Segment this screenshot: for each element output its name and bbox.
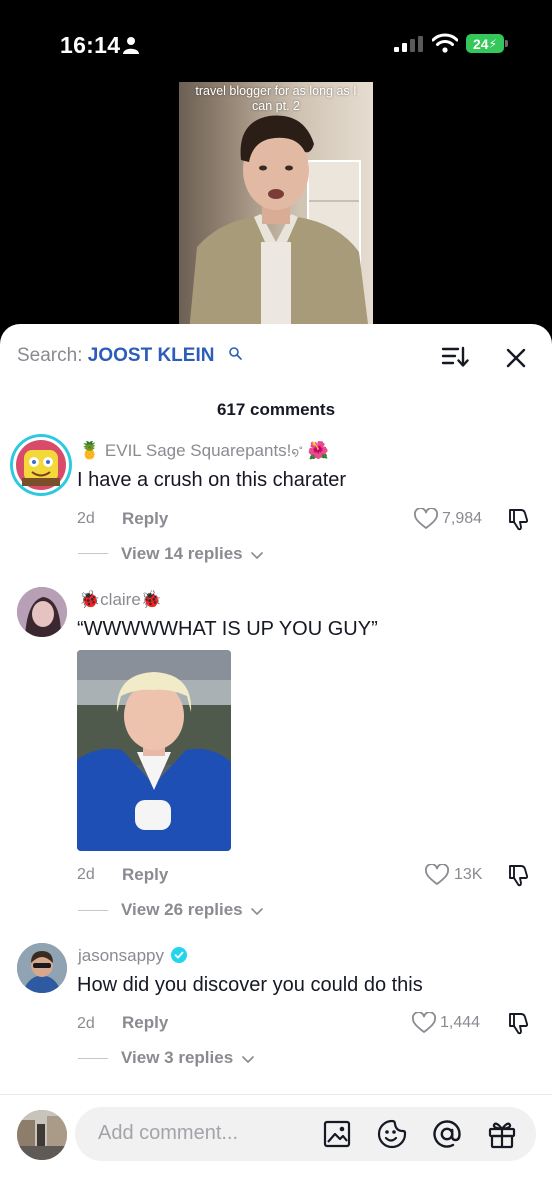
video-caption: travel blogger for as long as I can pt. … (179, 84, 373, 114)
view-replies-label: View 14 replies (121, 544, 243, 563)
chevron-down-icon (251, 907, 264, 915)
heart-icon[interactable] (414, 508, 438, 530)
view-replies-button[interactable]: View 26 replies (121, 900, 264, 920)
comment-username[interactable]: 🐞claire🐞 (79, 590, 162, 610)
video-caption-line-1: travel blogger for as long as I (195, 84, 357, 98)
username-text: EVIL Sage Squarepants! (104, 441, 292, 460)
current-user-avatar-image (17, 1110, 67, 1160)
search-prefix: Search: (17, 345, 83, 366)
battery-tip (505, 40, 508, 47)
status-time: 16:14 (60, 32, 121, 58)
video-person-illustration (189, 115, 369, 332)
current-user-avatar[interactable] (17, 1110, 67, 1160)
view-replies-label: View 3 replies (121, 1048, 234, 1067)
replies-divider (78, 553, 108, 554)
comment-username[interactable]: 🍍 EVIL Sage Squarepants!໑˚ 🌺 (79, 441, 329, 461)
comment-date: 2d (77, 510, 95, 527)
dislike-icon[interactable] (507, 1011, 529, 1035)
mention-icon[interactable] (431, 1118, 463, 1150)
avatar-image (13, 437, 69, 493)
dislike-icon[interactable] (507, 863, 529, 887)
replies-divider (78, 910, 108, 911)
like-count: 1,444 (440, 1014, 481, 1031)
avatar-image (17, 587, 67, 637)
verified-icon (170, 947, 187, 963)
signal-icon (394, 36, 423, 52)
heart-icon[interactable] (412, 1012, 436, 1034)
composer-divider (0, 1094, 552, 1095)
person-icon (123, 37, 139, 54)
dislike-icon[interactable] (507, 507, 529, 531)
comment-date: 2d (77, 866, 95, 883)
like-count: 7,984 (442, 510, 483, 527)
image-icon[interactable] (321, 1118, 353, 1150)
comment-text: How did you discover you could do this (77, 974, 423, 996)
attached-image-illustration (77, 650, 231, 851)
reply-button[interactable]: Reply (122, 1013, 168, 1033)
view-replies-label: View 26 replies (121, 900, 243, 919)
reply-button[interactable]: Reply (122, 865, 168, 885)
sort-icon[interactable] (441, 345, 469, 369)
comment-username[interactable]: jasonsappy (78, 946, 187, 966)
reply-button[interactable]: Reply (122, 509, 168, 529)
comment-text: “WWWWWHAT IS UP YOU GUY” (77, 618, 378, 640)
username-suffix-emoji: 🌺 (307, 441, 330, 460)
username-suffix-emoji: 🐞 (140, 590, 162, 609)
video-preview[interactable]: travel blogger for as long as I can pt. … (179, 82, 373, 332)
comment-text: I have a crush on this charater (77, 469, 347, 491)
replies-divider (78, 1058, 108, 1059)
username-text: jasonsappy (78, 946, 165, 965)
search-header[interactable]: Search: JOOST KLEIN (17, 345, 214, 367)
comment-attached-image[interactable] (77, 650, 231, 851)
gift-icon[interactable] (486, 1118, 518, 1150)
username-text: claire (100, 590, 141, 609)
view-replies-button[interactable]: View 14 replies (121, 544, 264, 564)
battery-indicator: 24 ⚡ (466, 34, 504, 53)
avatar-image (17, 943, 67, 993)
heart-icon[interactable] (425, 864, 449, 886)
username-prefix-emoji: 🍍 (79, 441, 101, 460)
like-count: 13K (454, 866, 483, 883)
username-prefix-emoji: 🐞 (79, 590, 101, 609)
comments-count: 617 comments (216, 400, 336, 419)
search-glyph-icon[interactable] (228, 346, 242, 360)
comment-input-placeholder: Add comment... (98, 1122, 239, 1144)
video-caption-line-2: can pt. 2 (252, 99, 300, 113)
battery-level: 24 (472, 35, 489, 52)
chevron-down-icon (242, 1055, 254, 1063)
avatar[interactable] (10, 434, 72, 496)
avatar[interactable] (17, 587, 67, 637)
wifi-icon (432, 33, 458, 53)
emoji-icon[interactable] (376, 1118, 408, 1150)
chevron-down-icon (251, 551, 264, 559)
view-replies-button[interactable]: View 3 replies (121, 1048, 254, 1068)
comment-date: 2d (77, 1015, 95, 1032)
status-bar: 16:14 24 ⚡ (0, 0, 552, 90)
close-icon[interactable] (505, 347, 527, 369)
avatar[interactable] (17, 943, 67, 993)
search-term[interactable]: JOOST KLEIN (88, 345, 215, 366)
